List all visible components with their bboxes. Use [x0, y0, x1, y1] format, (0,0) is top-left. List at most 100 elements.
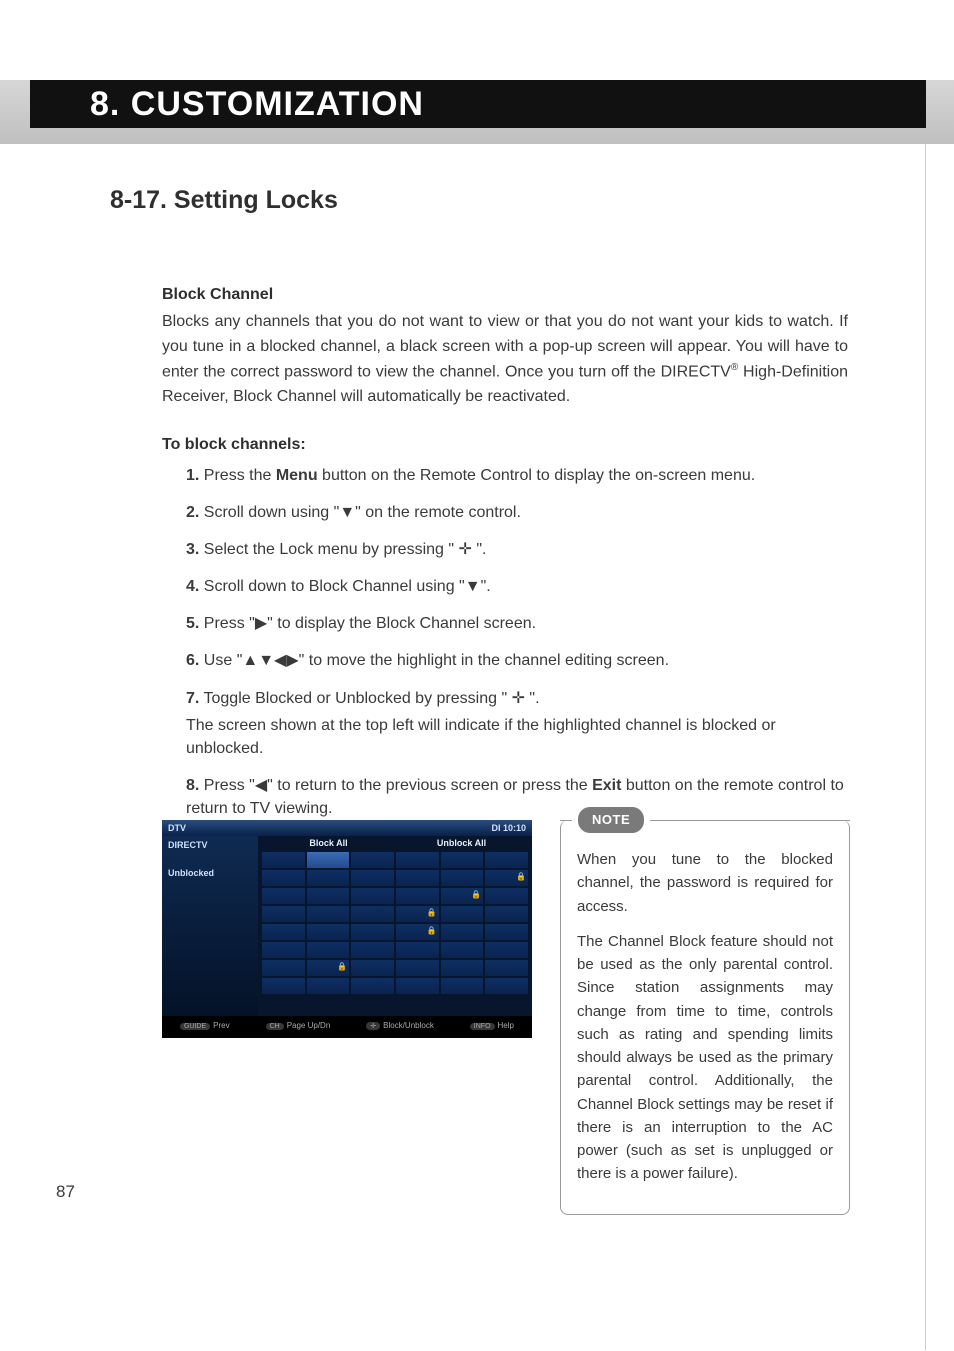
- guide-icon: GUIDE: [180, 1023, 210, 1030]
- channel-cell: [396, 888, 439, 904]
- section-title: 8-17. Setting Locks: [110, 186, 338, 215]
- channel-cell: [485, 942, 528, 958]
- channel-cell: [441, 852, 484, 868]
- channel-cell: [396, 852, 439, 868]
- label: Block/Unblock: [383, 1021, 434, 1030]
- right-arrow-icon: ▶: [255, 615, 267, 632]
- tv-sidebar: DIRECTV Unblocked: [162, 836, 258, 1016]
- t: button on the Remote Control to display …: [318, 467, 756, 484]
- t: " to return to the previous screen or pr…: [267, 777, 592, 794]
- channel-cell: [485, 888, 528, 904]
- channel-cell: [396, 942, 439, 958]
- lock-icon: 🔒: [337, 962, 347, 971]
- tv-brand: DTV: [168, 823, 186, 833]
- channel-cell: [307, 906, 350, 922]
- chapter-bar: 8. CUSTOMIZATION: [30, 80, 926, 128]
- t: ".: [525, 690, 540, 707]
- select-icon: ✛: [366, 1022, 380, 1030]
- channel-grid: 🔒 🔒 🔒 🔒 🔒: [262, 852, 528, 994]
- step-text: Scroll down using "▼" on the remote cont…: [199, 504, 521, 521]
- channel-cell: [485, 924, 528, 940]
- left-arrow-icon: ◀: [255, 777, 267, 794]
- t: " on the remote control.: [355, 504, 521, 521]
- channel-cell: [351, 942, 394, 958]
- select-icon: ✛: [512, 690, 525, 707]
- step-2: 2. Scroll down using "▼" on the remote c…: [186, 501, 848, 524]
- lock-icon: 🔒: [427, 908, 437, 917]
- channel-cell: [485, 852, 528, 868]
- channel-cell: [485, 978, 528, 994]
- t: Press ": [199, 777, 254, 794]
- channel-cell: [441, 960, 484, 976]
- channel-cell: [262, 978, 305, 994]
- foot-prev: GUIDEPrev: [180, 1021, 230, 1030]
- chapter-title: 8. CUSTOMIZATION: [90, 85, 424, 124]
- step-text: Toggle Blocked or Unblocked by pressing …: [199, 690, 539, 707]
- step-number: 2.: [186, 504, 199, 521]
- label: Prev: [213, 1021, 229, 1030]
- t: ".: [481, 578, 491, 595]
- channel-cell: [485, 906, 528, 922]
- channel-cell: [307, 852, 350, 868]
- step-number: 8.: [186, 777, 199, 794]
- t: Scroll down to Block Channel using ": [199, 578, 464, 595]
- channel-cell: [351, 852, 394, 868]
- foot-block: ✛Block/Unblock: [366, 1021, 434, 1030]
- t: " to move the highlight in the channel e…: [299, 652, 669, 669]
- to-block-heading: To block channels:: [162, 436, 848, 454]
- channel-cell: [307, 924, 350, 940]
- t: Press ": [199, 615, 254, 632]
- t: Use ": [199, 652, 242, 669]
- lock-icon: 🔒: [471, 890, 481, 899]
- block-channel-paragraph: Blocks any channels that you do not want…: [162, 310, 848, 410]
- channel-cell: [351, 924, 394, 940]
- tv-main: Block All Unblock All 🔒 🔒 🔒 🔒 🔒: [258, 836, 532, 1016]
- channel-cell: [396, 978, 439, 994]
- block-channel-heading: Block Channel: [162, 286, 848, 304]
- channel-cell: [262, 852, 305, 868]
- step-text: Use "▲▼◀▶" to move the highlight in the …: [199, 652, 669, 669]
- lock-icon: 🔒: [427, 926, 437, 935]
- channel-cell: [307, 978, 350, 994]
- note-paragraph-1: When you tune to the blocked channel, th…: [577, 848, 833, 918]
- foot-page: CHPage Up/Dn: [266, 1021, 331, 1030]
- select-icon: ✛: [459, 541, 472, 558]
- channel-cell: [351, 960, 394, 976]
- channel-cell: [262, 924, 305, 940]
- channel-cell: [351, 870, 394, 886]
- step-7: 7. Toggle Blocked or Unblocked by pressi…: [186, 687, 848, 761]
- channel-cell: [441, 942, 484, 958]
- channel-cell: [485, 960, 528, 976]
- lock-icon: 🔒: [516, 872, 526, 881]
- down-arrow-icon: ▼: [465, 578, 481, 595]
- channel-cell: [262, 888, 305, 904]
- step-text: Select the Lock menu by pressing " ✛ ".: [199, 541, 486, 558]
- step-3: 3. Select the Lock menu by pressing " ✛ …: [186, 538, 848, 561]
- step-number: 3.: [186, 541, 199, 558]
- label: Help: [498, 1021, 514, 1030]
- step-number: 6.: [186, 652, 199, 669]
- channel-cell: 🔒: [396, 924, 439, 940]
- down-arrow-icon: ▼: [339, 504, 355, 521]
- channel-cell: [262, 942, 305, 958]
- note-paragraph-2: The Channel Block feature should not be …: [577, 930, 833, 1186]
- channel-cell: [262, 906, 305, 922]
- tv-body: DIRECTV Unblocked Block All Unblock All …: [162, 836, 532, 1016]
- bold: Menu: [276, 467, 318, 484]
- note-box: NOTE When you tune to the blocked channe…: [560, 820, 850, 1215]
- channel-cell: [262, 870, 305, 886]
- info-icon: INFO: [470, 1023, 495, 1030]
- t: ".: [472, 541, 487, 558]
- step-number: 7.: [186, 690, 199, 707]
- step-number: 4.: [186, 578, 199, 595]
- channel-cell: [307, 888, 350, 904]
- channel-cell: [262, 960, 305, 976]
- channel-cell: [307, 942, 350, 958]
- page: 8. CUSTOMIZATION 8-17. Setting Locks Blo…: [0, 0, 954, 1351]
- channel-cell: 🔒: [441, 888, 484, 904]
- tv-footer: GUIDEPrev CHPage Up/Dn ✛Block/Unblock IN…: [162, 1016, 532, 1034]
- tv-column-headers: Block All Unblock All: [262, 838, 528, 848]
- channel-cell: [396, 960, 439, 976]
- dpad-icon: ▲▼◀▶: [242, 652, 298, 669]
- channel-cell: [351, 906, 394, 922]
